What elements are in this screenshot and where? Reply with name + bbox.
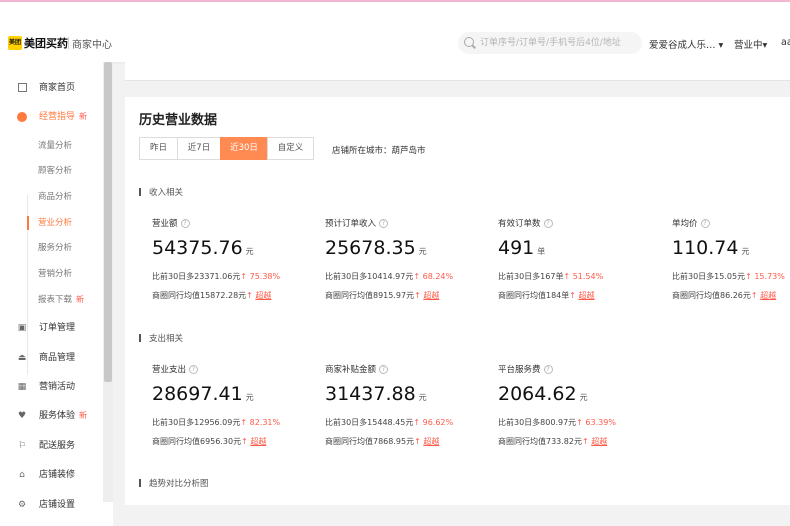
pie-icon xyxy=(17,112,27,122)
sidebar-item-delivery[interactable]: ⚐ 配送服务 xyxy=(0,433,103,459)
beyond-link[interactable]: 超越 xyxy=(760,291,776,300)
new-badge: 新 xyxy=(79,411,88,420)
page-root: 美团 美团买药 商家中心 订单序号/订单号/手机号后4位/地址 爱爱谷成人乐… … xyxy=(0,0,790,526)
sidebar-scrollbar-thumb[interactable] xyxy=(104,62,112,382)
help-icon[interactable]: ? xyxy=(543,365,553,374)
sidebar-subitem-marketing[interactable]: 营销分析 xyxy=(0,261,103,287)
brand-name[interactable]: 美团买药 xyxy=(24,35,68,51)
sidebar-item-store-decoration[interactable]: ⌂ 店铺装修 xyxy=(0,462,103,488)
sidebar-item-orders[interactable]: ▣ 订单管理 xyxy=(0,315,103,341)
tab-last-30-days[interactable]: 近30日 xyxy=(220,137,267,160)
grid-icon xyxy=(17,83,27,93)
trend-section-title: 趋势对比分析图 xyxy=(139,477,209,489)
sidebar-item-home[interactable]: 商家首页 xyxy=(0,75,103,101)
metric-card-business-expense: 营业支出? 28697.41 元 比前30日多12956.09元↑ 82.31% … xyxy=(152,365,281,446)
goods-icon: ⏏ xyxy=(17,353,27,363)
order-icon: ▣ xyxy=(17,323,27,333)
marketing-icon: ▦ xyxy=(17,382,27,392)
beyond-link[interactable]: 超越 xyxy=(423,437,439,446)
delivery-icon: ⚐ xyxy=(17,441,27,451)
store-city: 店铺所在城市：葫芦岛市 xyxy=(332,146,426,156)
help-icon[interactable]: ? xyxy=(379,365,389,374)
sidebar-item-marketing[interactable]: ▦ 营销活动 xyxy=(0,374,103,400)
help-icon[interactable]: ? xyxy=(543,219,553,228)
sidebar-item-business-guide[interactable]: 经营指导新 xyxy=(0,104,103,130)
merchant-center-label: 商家中心 xyxy=(72,40,112,51)
metric-card-valid-orders: 有效订单数? 491 单 比前30日多167单↑ 51.54% 商圈同行均值184… xyxy=(498,219,604,300)
sidebar-item-goods[interactable]: ⏏ 商品管理 xyxy=(0,345,103,371)
order-search-input[interactable]: 订单序号/订单号/手机号后4位/地址 xyxy=(458,32,642,54)
beyond-link[interactable]: 超越 xyxy=(250,437,266,446)
metric-card-platform-fee: 平台服务费? 2064.62 元 比前30日多800.97元↑ 63.39% 商圈… xyxy=(498,365,616,446)
sidebar-subitem-report-download[interactable]: 报表下载新 xyxy=(0,287,103,313)
previous-panel-edge xyxy=(125,62,790,81)
search-icon xyxy=(464,37,474,47)
history-business-panel: 历史营业数据 昨日 近7日 近30日 自定义 店铺所在城市：葫芦岛市 收入相关 … xyxy=(125,97,790,505)
tab-last-7-days[interactable]: 近7日 xyxy=(177,137,220,160)
sidebar-subitem-traffic[interactable]: 流量分析 xyxy=(0,133,103,159)
new-badge: 新 xyxy=(76,295,85,304)
heart-icon: ♥ xyxy=(17,411,27,421)
chevron-down-icon: ▾ xyxy=(718,40,724,51)
store-name-dropdown[interactable]: 爱爱谷成人乐… ▾ xyxy=(649,37,723,51)
sidebar-subitem-revenue[interactable]: 营业分析 xyxy=(0,210,103,236)
chevron-down-icon: ▾ xyxy=(762,40,768,51)
store-icon: ⌂ xyxy=(19,470,25,480)
panel-title: 历史营业数据 xyxy=(139,113,218,128)
settings-icon: ⚙ xyxy=(17,500,27,510)
beyond-link[interactable]: 超越 xyxy=(591,437,607,446)
top-header: 美团 美团买药 商家中心 订单序号/订单号/手机号后4位/地址 爱爱谷成人乐… … xyxy=(0,2,790,62)
sidebar-subitem-service[interactable]: 服务分析 xyxy=(0,235,103,261)
help-icon[interactable]: ? xyxy=(180,219,190,228)
metric-card-revenue: 营业额? 54375.76 元 比前30日多23371.06元↑ 75.38% 商… xyxy=(152,219,281,300)
sidebar-item-store-settings[interactable]: ⚙ 店铺设置 xyxy=(0,492,103,518)
new-badge: 新 xyxy=(79,112,88,121)
beyond-link[interactable]: 超越 xyxy=(579,291,595,300)
page-bottom-gap xyxy=(113,505,790,526)
tab-yesterday[interactable]: 昨日 xyxy=(139,137,177,160)
search-placeholder: 订单序号/订单号/手机号后4位/地址 xyxy=(480,38,621,48)
income-section-title: 收入相关 xyxy=(139,186,183,198)
metric-card-merchant-subsidy: 商家补贴金额? 31437.88 元 比前30日多15448.45元↑ 96.62… xyxy=(325,365,454,446)
user-menu[interactable]: aa xyxy=(781,37,790,48)
metric-card-average-order-price: 单均价? 110.74 元 比前30日多15.05元↑ 15.73% 商圈同行均值… xyxy=(672,219,785,300)
sidebar: 商家首页 经营指导新 流量分析 顾客分析 商品分析 营业分析 服务分析 营销分析… xyxy=(0,62,113,526)
sidebar-item-service-experience[interactable]: ♥ 服务体验新 xyxy=(0,403,103,429)
beyond-link[interactable]: 超越 xyxy=(423,291,439,300)
help-icon[interactable]: ? xyxy=(189,365,199,374)
sidebar-subitem-customer[interactable]: 顾客分析 xyxy=(0,158,103,184)
metric-card-expected-order-income: 预计订单收入? 25678.35 元 比前30日多10414.97元↑ 68.24… xyxy=(325,219,454,300)
business-status-dropdown[interactable]: 营业中▾ xyxy=(734,37,767,51)
brand-divider xyxy=(68,37,69,49)
tab-custom[interactable]: 自定义 xyxy=(267,137,314,160)
help-icon[interactable]: ? xyxy=(379,219,389,228)
expense-section-title: 支出相关 xyxy=(139,332,183,344)
beyond-link[interactable]: 超越 xyxy=(255,291,271,300)
date-range-tabs: 昨日 近7日 近30日 自定义 xyxy=(139,137,314,160)
help-icon[interactable]: ? xyxy=(700,219,710,228)
meituan-logo-icon: 美团 xyxy=(8,36,22,50)
sidebar-subitem-product[interactable]: 商品分析 xyxy=(0,184,103,210)
